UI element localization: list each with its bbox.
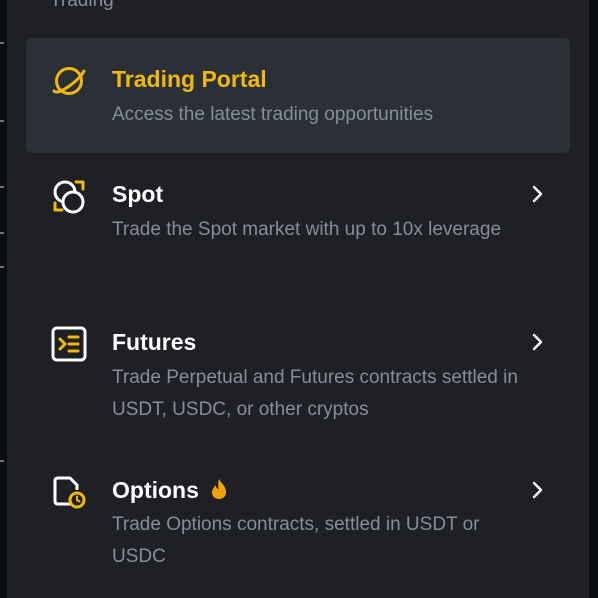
menu-item-futures[interactable]: Futures Trade Perpetual and Futures cont…: [26, 308, 570, 430]
background-fragment: [0, 186, 4, 188]
menu-item-title-row: Options: [112, 476, 229, 504]
futures-icon: [51, 326, 87, 362]
background-fragment: [0, 266, 4, 268]
menu-item-options[interactable]: Options Trade Options contracts, settled…: [26, 456, 570, 578]
menu-item-title: Options: [112, 477, 199, 503]
menu-item-title: Spot: [112, 181, 164, 207]
fire-icon: [211, 479, 226, 499]
background-app-edge: [589, 0, 598, 598]
options-icon: [53, 476, 86, 509]
menu-item-title: Futures: [112, 329, 197, 355]
spot-icon: [53, 180, 85, 214]
trading-dropdown-menu: Trading Trading Portal Access the latest…: [7, 0, 589, 598]
menu-item-description: Access the latest trading opportunities: [112, 104, 434, 125]
chevron-right-icon: [532, 333, 543, 351]
menu-item-title: Trading Portal: [112, 66, 267, 92]
section-label: Trading: [50, 0, 114, 11]
menu-item-spot[interactable]: Spot Trade the Spot market with up to 10…: [26, 160, 570, 282]
menu-item-description: Trade Options contracts, settled in USDT…: [112, 514, 480, 567]
background-fragment: [0, 42, 4, 44]
chevron-right-icon: [532, 185, 543, 203]
background-fragment: [0, 120, 4, 122]
menu-item-description: Trade Perpetual and Futures contracts se…: [112, 367, 518, 420]
background-app-edge: [0, 0, 7, 598]
chevron-right-icon: [532, 481, 543, 499]
menu-item-description: Trade the Spot market with up to 10x lev…: [112, 219, 502, 240]
menu-item-trading-portal[interactable]: Trading Portal Access the latest trading…: [26, 38, 570, 153]
planet-icon: [52, 67, 86, 95]
background-fragment: [0, 232, 4, 234]
background-fragment: [0, 460, 4, 462]
